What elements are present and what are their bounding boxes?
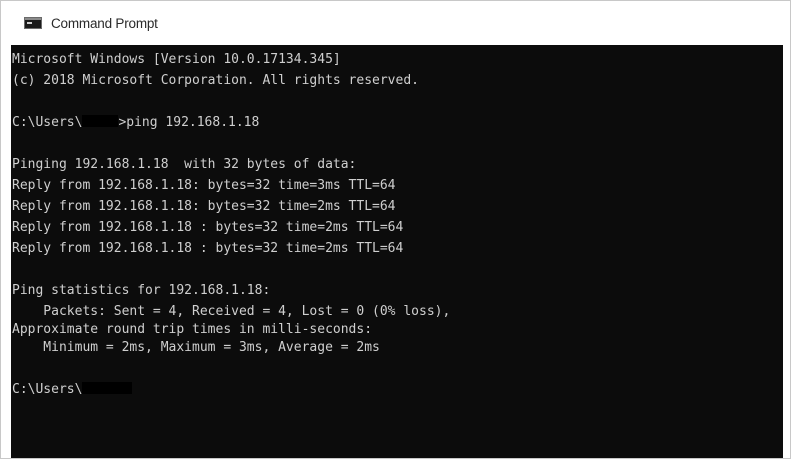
- command-prompt-window: Command Prompt Microsoft Windows [Versio…: [0, 0, 791, 459]
- prompt-path: C:\Users\: [12, 382, 83, 397]
- console-line: Reply from 192.168.1.18: bytes=32 time=2…: [12, 199, 396, 214]
- window-title: Command Prompt: [51, 15, 158, 31]
- console-line: Minimum = 2ms, Maximum = 3ms, Average = …: [12, 340, 380, 355]
- console-line: Packets: Sent = 4, Received = 4, Lost = …: [12, 304, 451, 319]
- console-line: Microsoft Windows [Version 10.0.17134.34…: [12, 52, 341, 67]
- console-line: Reply from 192.168.1.18: bytes=32 time=3…: [12, 178, 396, 193]
- console-line: Ping statistics for 192.168.1.18:: [12, 283, 271, 298]
- redacted-username: [82, 382, 133, 394]
- console-prompt-line: C:\Users\: [11, 379, 783, 400]
- console-line: Pinging 192.168.1.18 with 32 bytes of da…: [12, 157, 357, 172]
- prompt-path: C:\Users\: [12, 115, 83, 130]
- title-bar[interactable]: Command Prompt: [1, 1, 790, 45]
- console-line: Reply from 192.168.1.18 : bytes=32 time=…: [12, 220, 404, 235]
- console-prompt-line: C:\Users\ >ping 192.168.1.18: [11, 112, 783, 133]
- console-line: (c) 2018 Microsoft Corporation. All righ…: [12, 73, 419, 88]
- console-output[interactable]: Microsoft Windows [Version 10.0.17134.34…: [11, 45, 783, 458]
- redacted-username: [82, 115, 119, 127]
- console-line: Reply from 192.168.1.18 : bytes=32 time=…: [12, 241, 404, 256]
- console-line: Approximate round trip times in milli-se…: [12, 322, 373, 337]
- cmd-icon: [24, 17, 42, 29]
- prompt-command: >ping 192.168.1.18: [118, 115, 260, 130]
